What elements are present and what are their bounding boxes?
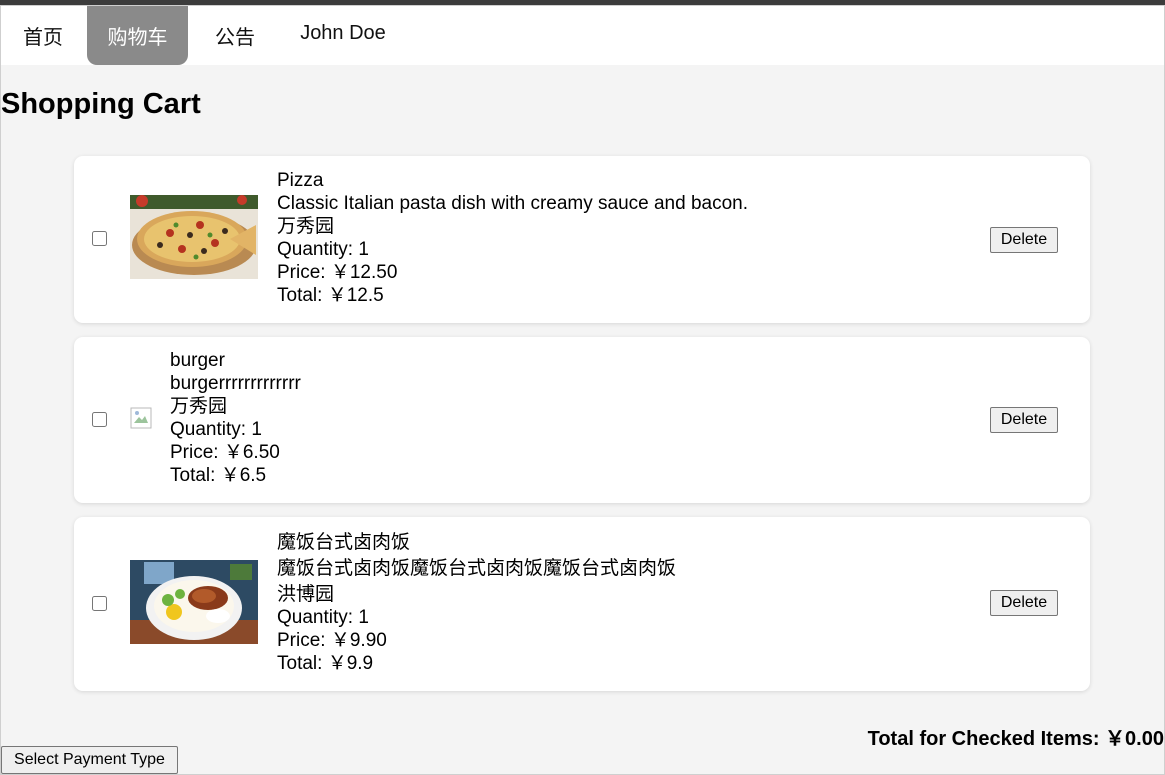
item-total: Total: ￥12.5 (277, 285, 384, 306)
cart-item-card: burger burgerrrrrrrrrrrrr 万秀园 Quantity: … (74, 337, 1090, 503)
delete-button[interactable]: Delete (990, 227, 1058, 253)
item-name: Pizza (277, 170, 324, 191)
nav-user-link[interactable]: John Doe (293, 6, 393, 61)
delete-button[interactable]: Delete (990, 407, 1058, 433)
item-quantity: Quantity: 1 (170, 419, 262, 440)
item-shop: 洪博园 (277, 584, 335, 605)
item-name: 魔饭台式卤肉饭 (277, 532, 411, 553)
item-select-checkbox[interactable] (92, 596, 107, 611)
pizza-photo (130, 195, 258, 279)
item-shop: 万秀园 (277, 216, 335, 237)
checked-items-total: Total for Checked Items: ￥0.00 (867, 728, 1164, 750)
delete-button[interactable]: Delete (990, 590, 1058, 616)
nav-home-link[interactable]: 首页 (15, 6, 71, 65)
select-payment-type-button[interactable]: Select Payment Type (1, 746, 178, 774)
broken-image-icon (130, 407, 152, 429)
item-price: Price: ￥9.90 (277, 630, 387, 651)
item-name: burger (170, 350, 225, 371)
item-total: Total: ￥6.5 (170, 465, 267, 486)
item-shop: 万秀园 (170, 396, 228, 417)
page-viewport: 首页 购物车 公告 John Doe Shopping Cart Pizza C… (0, 5, 1165, 775)
item-description: Classic Italian pasta dish with creamy s… (277, 193, 749, 214)
braised-pork-rice-photo (130, 560, 258, 644)
top-navbar: 首页 购物车 公告 John Doe (1, 6, 1164, 65)
cart-item-card: 魔饭台式卤肉饭 魔饭台式卤肉饭魔饭台式卤肉饭魔饭台式卤肉饭 洪博园 Quanti… (74, 517, 1090, 691)
item-select-checkbox[interactable] (92, 231, 107, 246)
item-description: burgerrrrrrrrrrrrr (170, 373, 301, 394)
item-description: 魔饭台式卤肉饭魔饭台式卤肉饭魔饭台式卤肉饭 (277, 558, 677, 579)
page-title: Shopping Cart (1, 88, 201, 120)
item-select-checkbox[interactable] (92, 412, 107, 427)
item-total: Total: ￥9.9 (277, 653, 374, 674)
item-info: Pizza Classic Italian pasta dish with cr… (277, 169, 748, 307)
nav-cart-link[interactable]: 购物车 (87, 6, 188, 65)
item-info: 魔饭台式卤肉饭 魔饭台式卤肉饭魔饭台式卤肉饭魔饭台式卤肉饭 洪博园 Quanti… (277, 531, 676, 675)
item-info: burger burgerrrrrrrrrrrrr 万秀园 Quantity: … (170, 349, 301, 487)
item-quantity: Quantity: 1 (277, 239, 369, 260)
nav-announcements-link[interactable]: 公告 (206, 6, 264, 65)
item-price: Price: ￥6.50 (170, 442, 280, 463)
item-price: Price: ￥12.50 (277, 262, 398, 283)
cart-item-card: Pizza Classic Italian pasta dish with cr… (74, 156, 1090, 323)
item-quantity: Quantity: 1 (277, 607, 369, 628)
